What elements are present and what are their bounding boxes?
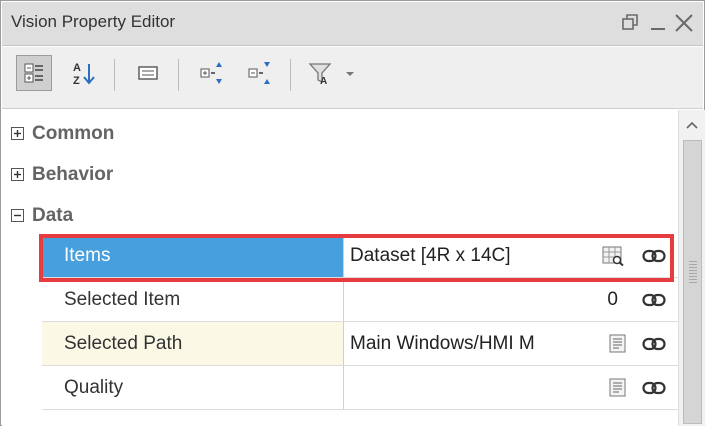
filter-button[interactable]: A [304, 55, 364, 91]
expand-all-button[interactable] [194, 55, 230, 91]
text-editor-icon[interactable] [608, 334, 630, 354]
property-value: Dataset [4R x 14C] [350, 245, 511, 266]
title-bar[interactable]: Vision Property Editor [2, 2, 703, 46]
scroll-up-icon[interactable] [685, 120, 699, 130]
sort-az-icon: A Z [73, 62, 95, 86]
vertical-scrollbar[interactable] [678, 110, 705, 426]
expand-all-icon [200, 62, 222, 84]
grip-icon [689, 261, 697, 285]
toolbar: A Z A [2, 47, 703, 109]
property-value-cell[interactable] [345, 366, 678, 409]
category-common[interactable]: Common [2, 114, 678, 152]
categorized-view-button[interactable] [16, 55, 52, 91]
property-name: Selected Path [42, 322, 344, 365]
category-label: Behavior [32, 164, 114, 185]
property-name: Items [42, 234, 344, 277]
property-value-cell[interactable]: Dataset [4R x 14C] [345, 234, 678, 277]
property-description-button[interactable] [130, 55, 166, 91]
categorized-icon [24, 63, 43, 83]
text-editor-icon[interactable] [608, 378, 630, 398]
expand-icon[interactable] [11, 168, 24, 181]
property-row-items[interactable]: Items Dataset [4R x 14C] [42, 234, 678, 278]
panel-title: Vision Property Editor [11, 12, 176, 31]
property-value: Main Windows/HMI M [350, 333, 535, 354]
category-behavior[interactable]: Behavior [2, 155, 678, 193]
close-icon [675, 14, 693, 32]
property-row-quality[interactable]: Quality [42, 366, 678, 410]
close-button[interactable] [671, 10, 697, 36]
collapse-all-icon [248, 62, 270, 84]
property-editor-panel: Vision Property Editor A Z A Common Beha… [0, 0, 705, 426]
dataset-viewer-icon[interactable] [602, 246, 624, 266]
scrollbar-thumb[interactable] [683, 140, 702, 424]
expand-icon[interactable] [11, 127, 24, 140]
category-data[interactable]: Data [2, 196, 678, 234]
minimize-button[interactable] [645, 10, 671, 36]
category-label: Common [32, 123, 115, 144]
property-value: 0 [607, 289, 618, 310]
minimize-icon [651, 28, 665, 30]
category-label: Data [32, 205, 74, 226]
collapse-all-button[interactable] [242, 55, 278, 91]
property-value-cell[interactable]: 0 [345, 278, 678, 321]
binding-link-icon[interactable] [642, 335, 666, 353]
svg-text:Z: Z [73, 75, 80, 86]
binding-link-icon[interactable] [642, 379, 666, 397]
svg-text:A: A [73, 62, 81, 74]
collapse-icon[interactable] [11, 209, 24, 222]
binding-link-icon[interactable] [642, 247, 666, 265]
restore-icon [622, 14, 638, 30]
binding-link-icon[interactable] [642, 291, 666, 309]
property-name: Quality [42, 366, 344, 409]
filter-icon: A [308, 63, 354, 86]
restore-button[interactable] [617, 10, 643, 36]
property-tree: Common Behavior Data Items Dataset [4R x… [2, 110, 678, 426]
svg-text:A: A [320, 76, 327, 86]
property-row-selected-item[interactable]: Selected Item 0 [42, 278, 678, 322]
sort-alphabetical-button[interactable]: A Z [66, 55, 102, 91]
property-value-cell[interactable]: Main Windows/HMI M [345, 322, 678, 365]
property-row-selected-path[interactable]: Selected Path Main Windows/HMI M [42, 322, 678, 366]
description-icon [138, 66, 158, 80]
property-name: Selected Item [42, 278, 344, 321]
